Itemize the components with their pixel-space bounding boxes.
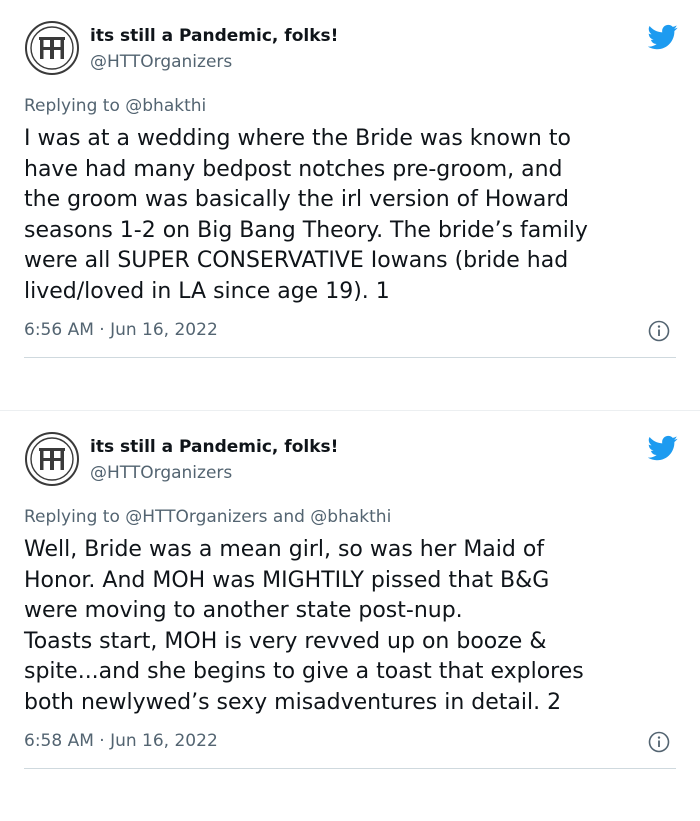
- replying-to-line: Replying to @bhakthi: [24, 96, 206, 116]
- tweet-text: Well, Bride was a mean girl, so was her …: [24, 537, 584, 715]
- replying-to-mentions[interactable]: @HTTOrganizers and @bhakthi: [125, 507, 391, 527]
- tweet-card[interactable]: its still a Pandemic, folks! @HTTOrganiz…: [0, 410, 700, 821]
- replying-to-line: Replying to @HTTOrganizers and @bhakthi: [24, 507, 391, 527]
- tweet-card[interactable]: its still a Pandemic, folks! @HTTOrganiz…: [0, 0, 700, 392]
- avatar[interactable]: [24, 431, 80, 487]
- display-name[interactable]: its still a Pandemic, folks!: [90, 437, 338, 457]
- replying-to-mentions[interactable]: @bhakthi: [125, 96, 206, 116]
- tweet-timestamp[interactable]: 6:58 AM · Jun 16, 2022: [24, 731, 218, 751]
- avatar[interactable]: [24, 20, 80, 76]
- tweet-text: I was at a wedding where the Bride was k…: [24, 126, 588, 304]
- replying-to-prefix: Replying to: [24, 507, 120, 527]
- info-icon[interactable]: [648, 731, 670, 753]
- tweet-timestamp[interactable]: 6:56 AM · Jun 16, 2022: [24, 320, 218, 340]
- twitter-bird-icon[interactable]: [648, 22, 678, 52]
- replying-to-prefix: Replying to: [24, 96, 120, 116]
- user-handle[interactable]: @HTTOrganizers: [90, 52, 232, 72]
- htt-logo-icon: [25, 432, 79, 486]
- htt-logo-icon: [25, 21, 79, 75]
- divider: [24, 357, 676, 358]
- divider: [24, 768, 676, 769]
- tweet-separator: [0, 392, 700, 410]
- user-handle[interactable]: @HTTOrganizers: [90, 463, 232, 483]
- display-name[interactable]: its still a Pandemic, folks!: [90, 26, 338, 46]
- twitter-bird-icon[interactable]: [648, 433, 678, 463]
- info-icon[interactable]: [648, 320, 670, 342]
